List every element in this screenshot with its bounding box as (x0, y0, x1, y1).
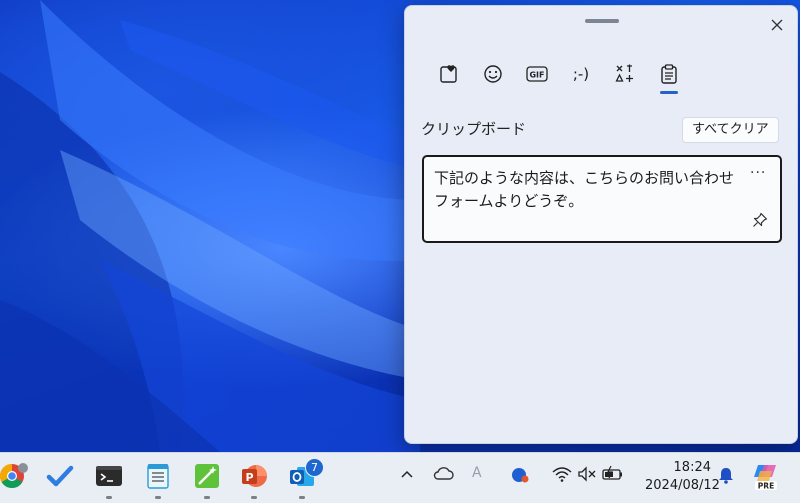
copilot-icon: PRE (754, 465, 777, 491)
clear-all-button[interactable]: すべてクリア (682, 117, 779, 143)
terminal-app-button[interactable] (95, 462, 123, 490)
sticker-heart-icon (440, 65, 457, 83)
chrome-icon (0, 463, 28, 489)
running-indicator (155, 496, 161, 499)
section-title: クリップボード (421, 120, 527, 138)
more-options-button[interactable]: ··· (750, 165, 766, 181)
running-indicator (106, 496, 112, 499)
notepad-app-button[interactable] (144, 462, 172, 490)
kaomoji-label: ;-) (572, 65, 590, 83)
todo-check-icon (46, 465, 74, 487)
powerpoint-icon: P (242, 465, 267, 487)
clock-date: 2024/08/12 (645, 478, 720, 493)
chevron-up-icon (401, 470, 413, 478)
notifications-button[interactable] (717, 466, 735, 488)
svg-text:P: P (245, 471, 253, 484)
tab-emoji[interactable] (471, 58, 515, 90)
symbols-icon (615, 64, 633, 82)
wifi-button[interactable] (552, 466, 572, 486)
todo-app-button[interactable] (46, 462, 74, 490)
tab-clipboard[interactable] (647, 58, 691, 94)
clipboard-item[interactable]: 下記のような内容は、こちらのお問い合わせフォームよりどうぞ。 ··· (422, 155, 782, 243)
notepad-icon (147, 464, 169, 489)
blue-app-icon (512, 468, 529, 483)
emoji-icon (484, 65, 502, 83)
tab-symbols[interactable] (603, 58, 647, 90)
chrome-app-button[interactable] (0, 462, 28, 490)
volume-button[interactable] (577, 466, 597, 486)
image-creator-icon (195, 464, 219, 488)
taskbar: P 7 A 18:24 2024/08/12 PRE (0, 452, 800, 503)
tab-kaomoji[interactable]: ;-) (559, 58, 603, 90)
close-button[interactable] (764, 12, 790, 38)
battery-button[interactable] (601, 465, 625, 486)
ime-mode-indicator[interactable]: A (472, 465, 482, 481)
image-creator-app-button[interactable] (193, 462, 221, 490)
copilot-button[interactable]: PRE (752, 461, 780, 495)
clock-time: 18:24 (673, 460, 711, 475)
pin-icon (753, 212, 768, 227)
clipboard-icon (661, 64, 677, 84)
svg-text:PRE: PRE (758, 482, 774, 491)
running-indicator (299, 496, 305, 499)
svg-text:GIF: GIF (529, 71, 544, 80)
running-indicator (204, 496, 210, 499)
clock[interactable]: 18:24 2024/08/12 (645, 459, 720, 495)
close-icon (771, 19, 783, 31)
cloud-icon (433, 467, 454, 480)
notification-badge: 7 (305, 458, 324, 477)
panel-tabs: GIF ;-) (427, 58, 691, 94)
clipboard-panel: GIF ;-) クリップボード すべてクリア 下記のような内容は、こちらのお問い… (404, 5, 798, 444)
powerpoint-app-button[interactable]: P (240, 462, 268, 490)
running-indicator (251, 496, 257, 499)
battery-charging-icon (602, 465, 622, 480)
pin-button[interactable] (752, 212, 768, 232)
app-tray-button[interactable] (510, 466, 530, 488)
clipboard-item-text: 下記のような内容は、こちらのお問い合わせフォームよりどうぞ。 (434, 169, 735, 210)
onedrive-button[interactable] (432, 466, 454, 486)
gif-icon: GIF (526, 66, 548, 82)
tab-stickers-favorites[interactable] (427, 58, 471, 90)
tab-gif[interactable]: GIF (515, 58, 559, 90)
bell-icon (719, 468, 733, 484)
wifi-icon (552, 467, 572, 482)
volume-muted-icon (578, 466, 596, 482)
show-hidden-icons-button[interactable] (400, 467, 414, 486)
terminal-icon (96, 466, 122, 486)
drag-handle[interactable] (585, 19, 619, 23)
